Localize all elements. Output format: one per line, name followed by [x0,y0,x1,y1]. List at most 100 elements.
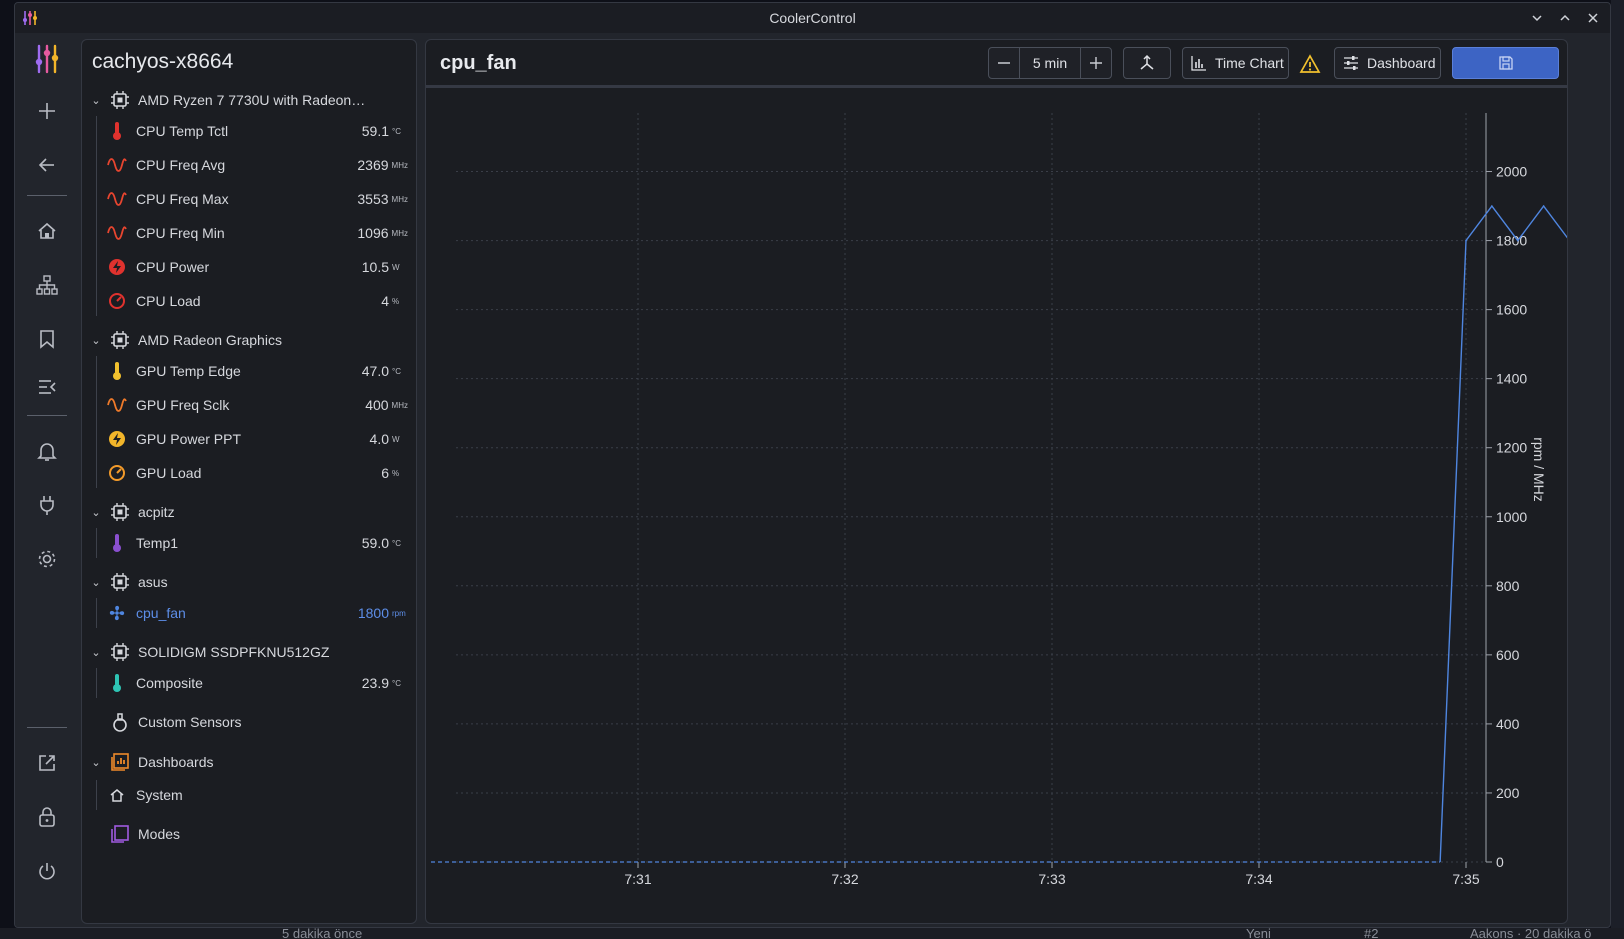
chevron-down-icon[interactable]: ⌄ [88,576,104,589]
plugins-button[interactable] [29,487,65,523]
back-button[interactable] [29,147,65,183]
chevron-down-icon[interactable]: ⌄ [88,506,104,519]
minus-icon [998,62,1010,64]
x-tick-label: 7:31 [624,871,651,887]
device-group[interactable]: ⌄ AMD Ryzen 7 7730U with Radeon… [88,86,408,114]
power-button[interactable] [29,853,65,889]
open-external-button[interactable] [29,745,65,781]
device-group-label: acpitz [138,504,175,520]
increase-range-button[interactable] [1081,48,1111,78]
sensor-item[interactable]: GPU Load 6 % [102,458,408,488]
sensor-value: 10.5 [361,259,389,275]
wave-icon [106,154,128,176]
y-tick-label: 200 [1496,785,1520,801]
home-button[interactable] [29,213,65,249]
warning-icon[interactable] [1299,54,1321,74]
sensor-item[interactable]: cpu_fan 1800 rpm [102,598,408,628]
nav-rail [15,33,81,927]
sensor-item[interactable]: Composite 23.9 °C [102,668,408,698]
sliders-icon [1344,56,1358,70]
sensor-label: GPU Load [136,465,202,481]
chip-icon [110,90,130,110]
device-group-label: AMD Ryzen 7 7730U with Radeon… [138,92,366,108]
sensor-unit: MHz [391,400,408,410]
decrease-range-button[interactable] [989,48,1019,78]
sensor-value: 1800 [357,605,389,621]
time-chart-label: Time Chart [1215,55,1284,71]
sensor-item[interactable]: CPU Temp Tctl 59.1 °C [102,116,408,146]
sensor-item[interactable]: Temp1 59.0 °C [102,528,408,558]
sensor-label: CPU Load [136,293,201,309]
collapse-menu-button[interactable] [29,369,65,405]
menu-collapse-icon [39,380,56,394]
y-tick-label: 1200 [1496,440,1527,456]
sensor-item[interactable]: CPU Freq Avg 2369 MHz [102,150,408,180]
lock-button[interactable] [29,799,65,835]
sensor-item[interactable]: CPU Freq Max 3553 MHz [102,184,408,214]
sensor-item[interactable]: CPU Power 10.5 W [102,252,408,282]
sensor-unit: W [392,434,400,444]
y-tick-label: 800 [1496,578,1520,594]
device-tree-panel: cachyos-x8664 ⌄ AMD Ryzen 7 7730U with Ra… [81,39,417,924]
background-window-edge [1611,0,1624,928]
sensor-label: Composite [136,675,203,691]
dashboards-group[interactable]: ⌄ Dashboards [88,748,408,776]
dashboard-item[interactable]: System [102,780,408,810]
sensor-item[interactable]: GPU Power PPT 4.0 W [102,424,408,454]
modes-item[interactable]: Modes [88,820,408,848]
sensor-unit: °C [392,126,401,136]
x-tick-label: 7:32 [831,871,858,887]
device-group[interactable]: ⌄ SOLIDIGM SSDPFKNU512GZ [88,638,408,666]
tree-guide-line [96,668,97,698]
y-tick-label: 2000 [1496,164,1527,180]
alerts-button[interactable] [29,433,65,469]
sensor-item[interactable]: CPU Freq Min 1096 MHz [102,218,408,248]
time-range-value[interactable]: 5 min [1019,48,1081,78]
sensor-value: 400 [365,397,389,413]
y-tick-label: 600 [1496,647,1520,663]
taskbar-right-text: Aakons · 20 dakika ö [1470,928,1592,939]
close-button[interactable] [1582,7,1604,29]
sensor-unit: °C [392,366,401,376]
add-button[interactable] [29,93,65,129]
minimize-button[interactable] [1526,7,1548,29]
chevron-down-icon[interactable]: ⌄ [88,756,104,769]
y-tick-label: 1000 [1496,509,1527,525]
sensor-value: 4 [381,293,389,309]
maximize-button[interactable] [1554,7,1576,29]
save-button[interactable] [1452,47,1559,79]
sensor-unit: MHz [391,228,408,238]
chevron-down-icon[interactable]: ⌄ [88,334,104,347]
bookmarks-button[interactable] [29,321,65,357]
sensor-item[interactable]: GPU Temp Edge 47.0 °C [102,356,408,386]
page-title: cpu_fan [440,52,517,74]
taskbar-left-text: 5 dakika önce [282,928,363,939]
gear-icon [38,550,56,568]
chart-panel: cpu_fan 5 min Time Chart Dashboard 0 200… [425,39,1568,924]
window-title: CoolerControl [769,10,856,26]
time-chart-button[interactable]: Time Chart [1182,47,1289,79]
power-icon [106,256,128,278]
sensor-unit: W [392,262,400,272]
sensor-label: CPU Freq Min [136,225,225,241]
device-group[interactable]: ⌄ asus [88,568,408,596]
sensor-value: 59.1 [361,123,389,139]
device-tree-button[interactable] [29,267,65,303]
chevron-down-icon[interactable]: ⌄ [88,646,104,659]
device-group[interactable]: ⌄ AMD Radeon Graphics [88,326,408,354]
device-group-label: SOLIDIGM SSDPFKNU512GZ [138,644,330,660]
dashboard-button[interactable]: Dashboard [1334,47,1441,79]
sensor-label: cpu_fan [136,605,186,621]
app-menu-button[interactable] [29,41,65,77]
custom-sensors-item[interactable]: Custom Sensors [88,708,408,736]
device-group[interactable]: ⌄ acpitz [88,498,408,526]
axis-options-button[interactable] [1123,47,1171,79]
thermometer-icon [106,672,128,694]
chip-icon [110,330,130,350]
sensor-item[interactable]: CPU Load 4 % [102,286,408,316]
sensor-value: 23.9 [361,675,389,691]
sensor-item[interactable]: GPU Freq Sclk 400 MHz [102,390,408,420]
time-chart[interactable]: 02004006008001000120014001600180020007:3… [426,91,1568,924]
chevron-down-icon[interactable]: ⌄ [88,94,104,107]
settings-button[interactable] [29,541,65,577]
